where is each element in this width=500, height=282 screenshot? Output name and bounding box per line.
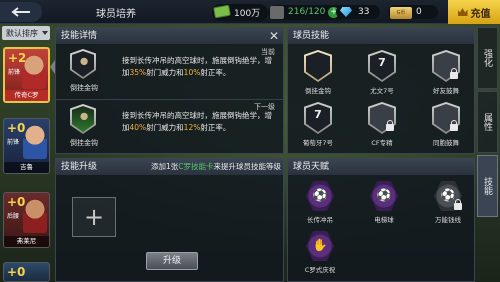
card-name: 传奇C罗 bbox=[5, 90, 48, 101]
add-card-slot[interactable]: + bbox=[72, 197, 116, 237]
lock-icon bbox=[450, 68, 458, 79]
chevron-down-icon bbox=[42, 31, 48, 35]
shirt-icon bbox=[270, 5, 284, 19]
talent-item[interactable]: ✋ C罗式庆祝 bbox=[298, 231, 342, 281]
talent-label: C罗式庆祝 bbox=[304, 266, 336, 274]
plus-icon: + bbox=[83, 203, 105, 231]
top-bar: 球员培养 100万 216/120 + 33 G币 0 充值 bbox=[0, 0, 500, 24]
coin-icon: G币 bbox=[390, 7, 412, 19]
talent-label: 万能钱线 bbox=[435, 216, 461, 224]
skill-item[interactable]: 7 葡萄牙7号 bbox=[296, 100, 340, 154]
tab-enhance[interactable]: 强化 bbox=[477, 27, 498, 89]
panel-title: 球员天赋 bbox=[288, 159, 474, 175]
player-portrait bbox=[23, 199, 47, 233]
talent-item[interactable]: ⚽ 万能钱线 bbox=[426, 181, 470, 231]
gem-value: 33 bbox=[358, 7, 370, 17]
upgrade-button[interactable]: 升级 bbox=[146, 252, 198, 270]
back-arrow-icon bbox=[11, 7, 30, 17]
skill-item[interactable]: 好友鼓舞 bbox=[424, 48, 468, 102]
upgrade-hint: 添加1张C罗技能卡来提升球员技能等级 bbox=[151, 162, 282, 171]
player-portrait bbox=[22, 55, 46, 89]
player-card[interactable]: +0 前锋 吉鲁 bbox=[3, 118, 50, 174]
lock-icon bbox=[454, 199, 462, 210]
skill-item[interactable]: 同胞鼓舞 bbox=[424, 100, 468, 154]
player-talents-panel: 球员天赋 ⚽ 长传冲吊 ⚽ 电梯球 ⚽ 万能钱线 ✋ C罗式庆祝 bbox=[287, 158, 475, 282]
skill-label: 好友鼓舞 bbox=[433, 87, 459, 95]
topup-label: 充值 bbox=[470, 8, 491, 20]
player-skills-panel: 球员技能 倒挂金钩 7 尤文7号 好友鼓舞 7 葡萄牙7号 CF专精 同胞鼓舞 bbox=[287, 27, 475, 154]
skill-label: 倒挂金钩 bbox=[305, 87, 331, 95]
talent-label: 电梯球 bbox=[374, 216, 394, 224]
gem-icon bbox=[340, 7, 352, 17]
back-button[interactable] bbox=[0, 2, 42, 22]
panel-title: 球员技能 bbox=[288, 28, 474, 44]
crown-icon bbox=[457, 8, 468, 16]
player-capacity-value: 216/120 bbox=[288, 6, 326, 17]
sort-label: 默认排序 bbox=[6, 28, 38, 38]
skill-label: 尤文7号 bbox=[370, 87, 394, 95]
cash-icon bbox=[213, 4, 231, 18]
player-card[interactable]: +0 bbox=[3, 262, 50, 282]
talent-item[interactable]: ⚽ 长传冲吊 bbox=[298, 181, 342, 231]
coin-counter: G币 0 bbox=[388, 3, 438, 21]
skill-upgrade-panel: 技能升级 添加1张C罗技能卡来提升球员技能等级 + 升级 bbox=[55, 158, 284, 282]
lock-icon bbox=[386, 120, 394, 131]
tab-attributes[interactable]: 属性 bbox=[477, 91, 498, 153]
current-skill-entry: 当前 倒挂金钩 接到长传冲吊的高空球时，施展倒钩绝学，增加35%射门威力和10%… bbox=[56, 45, 283, 97]
topup-button[interactable]: 充值 bbox=[448, 0, 500, 24]
gem-counter: 33 bbox=[336, 3, 380, 21]
coin-value: 0 bbox=[416, 7, 422, 17]
skill-label: 葡萄牙7号 bbox=[302, 139, 334, 147]
card-name: 弗莱尼 bbox=[4, 236, 49, 247]
card-position: 后腰 bbox=[7, 213, 20, 220]
card-level: +0 bbox=[7, 265, 26, 279]
skill-item[interactable]: 7 尤文7号 bbox=[360, 48, 404, 102]
player-card[interactable]: +0 后腰 弗莱尼 bbox=[3, 192, 50, 248]
panel-title: 技能详情 bbox=[56, 28, 283, 44]
card-position: 前锋 bbox=[7, 139, 20, 146]
skill-item[interactable]: 倒挂金钩 bbox=[296, 48, 340, 102]
talent-label: 长传冲吊 bbox=[307, 216, 333, 224]
skill-name: 倒挂金钩 bbox=[70, 139, 98, 147]
skill-name: 倒挂金钩 bbox=[70, 84, 98, 92]
player-capacity: 216/120 + bbox=[268, 3, 346, 21]
close-button[interactable]: ✕ bbox=[267, 29, 281, 43]
skill-label: CF专精 bbox=[371, 139, 393, 147]
money-value: 100万 bbox=[234, 8, 261, 19]
card-position: 前锋 bbox=[8, 69, 21, 76]
player-portrait bbox=[23, 125, 47, 159]
skill-label: 同胞鼓舞 bbox=[433, 139, 459, 147]
talent-item[interactable]: ⚽ 电梯球 bbox=[362, 181, 406, 231]
next-skill-entry: 下一级 倒挂金钩 接到长传冲吊的高空球时，施展倒钩绝学，增加40%射门威力和12… bbox=[56, 99, 283, 151]
skill-description: 接到长传冲吊的高空球时，施展倒钩绝学，增加40%射门威力和12%射正率。 bbox=[122, 111, 272, 132]
sort-dropdown[interactable]: 默认排序 bbox=[2, 26, 50, 40]
bicycle-kick-icon bbox=[304, 50, 332, 82]
skill-description: 接到长传冲吊的高空球时，施展倒钩绝学，增加35%射门威力和10%射正率。 bbox=[122, 56, 272, 77]
lock-icon bbox=[450, 120, 458, 131]
skill-item[interactable]: CF专精 bbox=[360, 100, 404, 154]
tab-skills[interactable]: 技能 bbox=[477, 155, 498, 217]
page-title: 球员培养 bbox=[96, 9, 136, 20]
player-card[interactable]: +2 前锋 传奇C罗 bbox=[3, 47, 50, 103]
card-name: 吉鲁 bbox=[4, 162, 49, 173]
skill-detail-panel: 技能详情 ✕ 当前 倒挂金钩 接到长传冲吊的高空球时，施展倒钩绝学，增加35%射… bbox=[55, 27, 284, 154]
bicycle-kick-icon bbox=[70, 49, 96, 79]
money-counter: 100万 bbox=[212, 3, 269, 21]
bicycle-kick-icon bbox=[70, 104, 96, 134]
